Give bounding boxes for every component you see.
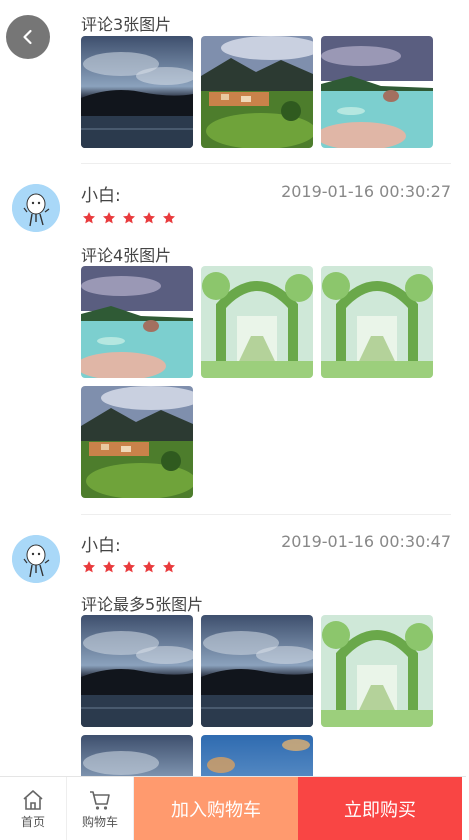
comment-photo[interactable] <box>321 615 433 727</box>
star-icon <box>102 212 116 224</box>
add-to-cart-button[interactable]: 加入购物车 <box>134 777 298 840</box>
chevron-left-icon <box>23 29 32 45</box>
comment-feed: 评论3张图片 小白: 2019-01-16 00:30:27 评论4张图片 小白… <box>0 0 469 776</box>
nav-home-label: 首页 <box>20 814 45 829</box>
avatar[interactable] <box>12 184 60 232</box>
comment-photo[interactable] <box>321 266 433 378</box>
star-icon <box>102 561 116 573</box>
comment-photo[interactable] <box>201 266 313 378</box>
star-icon <box>162 212 176 224</box>
comment-text: 评论4张图片 <box>81 246 172 265</box>
comment-photo[interactable] <box>81 36 193 148</box>
home-icon <box>23 789 43 810</box>
star-icon <box>82 561 96 573</box>
comment-photo[interactable] <box>201 36 313 148</box>
bottom-action-bar: 首页 购物车 加入购物车 立即购买 <box>0 776 469 840</box>
user-name: 小白: <box>81 536 121 556</box>
comment-item: 小白: 2019-01-16 00:30:47 评论最多5张图片 <box>0 515 469 776</box>
comment-photos <box>81 36 441 148</box>
star-icon <box>82 212 96 224</box>
nav-cart[interactable]: 购物车 <box>67 777 134 840</box>
comment-feed-viewport[interactable]: 评论3张图片 小白: 2019-01-16 00:30:27 评论4张图片 小白… <box>0 0 469 776</box>
comment-time: 2019-01-16 00:30:27 <box>281 182 451 201</box>
comment-photo[interactable] <box>81 386 193 498</box>
comment-text: 评论最多5张图片 <box>81 595 204 614</box>
comment-photo[interactable] <box>201 615 313 727</box>
comment-item: 小白: 2019-01-16 00:30:27 评论4张图片 <box>0 164 469 515</box>
star-icon <box>122 212 136 224</box>
buy-now-button[interactable]: 立即购买 <box>298 777 462 840</box>
star-icon <box>142 561 156 573</box>
avatar[interactable] <box>12 535 60 583</box>
nav-cart-label: 购物车 <box>81 814 118 829</box>
star-icon <box>142 212 156 224</box>
star-icon <box>162 561 176 573</box>
comment-photo[interactable] <box>81 735 193 776</box>
nav-home[interactable]: 首页 <box>0 777 67 840</box>
rating-stars <box>82 560 176 574</box>
cart-icon <box>90 790 110 810</box>
comment-photo[interactable] <box>321 36 433 148</box>
back-button[interactable] <box>6 15 50 59</box>
comment-photos <box>81 266 441 498</box>
comment-time: 2019-01-16 00:30:47 <box>281 532 451 551</box>
comment-photos <box>81 615 441 776</box>
user-name: 小白: <box>81 186 121 206</box>
comment-photo[interactable] <box>81 615 193 727</box>
comment-photo[interactable] <box>201 735 313 776</box>
comment-item: 评论3张图片 <box>0 0 469 164</box>
comment-photo[interactable] <box>81 266 193 378</box>
comment-text: 评论3张图片 <box>81 15 172 34</box>
rating-stars <box>82 211 176 225</box>
star-icon <box>122 561 136 573</box>
